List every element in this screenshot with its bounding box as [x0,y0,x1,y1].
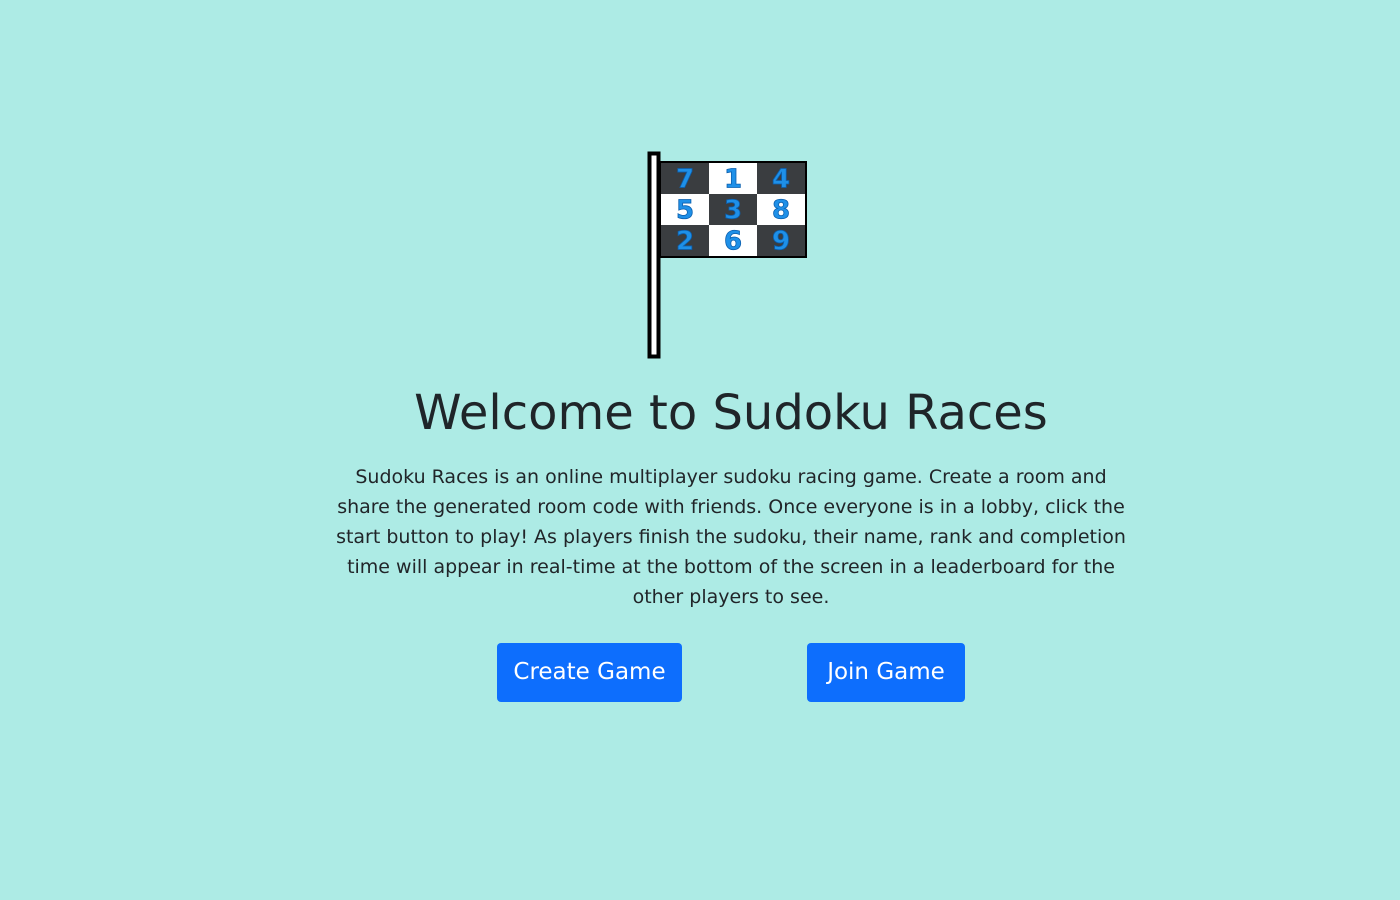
flag-digit: 3 [724,196,742,226]
flag-digit: 4 [772,165,790,195]
flag-digit: 5 [676,196,694,226]
flag-digit: 6 [724,227,742,257]
checkered-sudoku-flag-icon: 7 1 4 5 3 8 2 6 9 [647,151,807,359]
flag-digit: 2 [676,227,694,257]
flag-digit: 1 [724,165,742,195]
join-game-button[interactable]: Join Game [807,643,965,702]
flag-pole [647,151,661,359]
flag-digit: 9 [772,227,790,257]
create-game-button[interactable]: Create Game [497,643,682,702]
game-description: Sudoku Races is an online multiplayer su… [336,466,1126,608]
page-title: Welcome to Sudoku Races [414,385,1048,441]
landing-page: 714 538 269 Welcome to Sudoku Races Sudoku… [0,0,1400,900]
flag-digit: 7 [676,165,694,195]
flag-digit: 8 [772,196,790,226]
